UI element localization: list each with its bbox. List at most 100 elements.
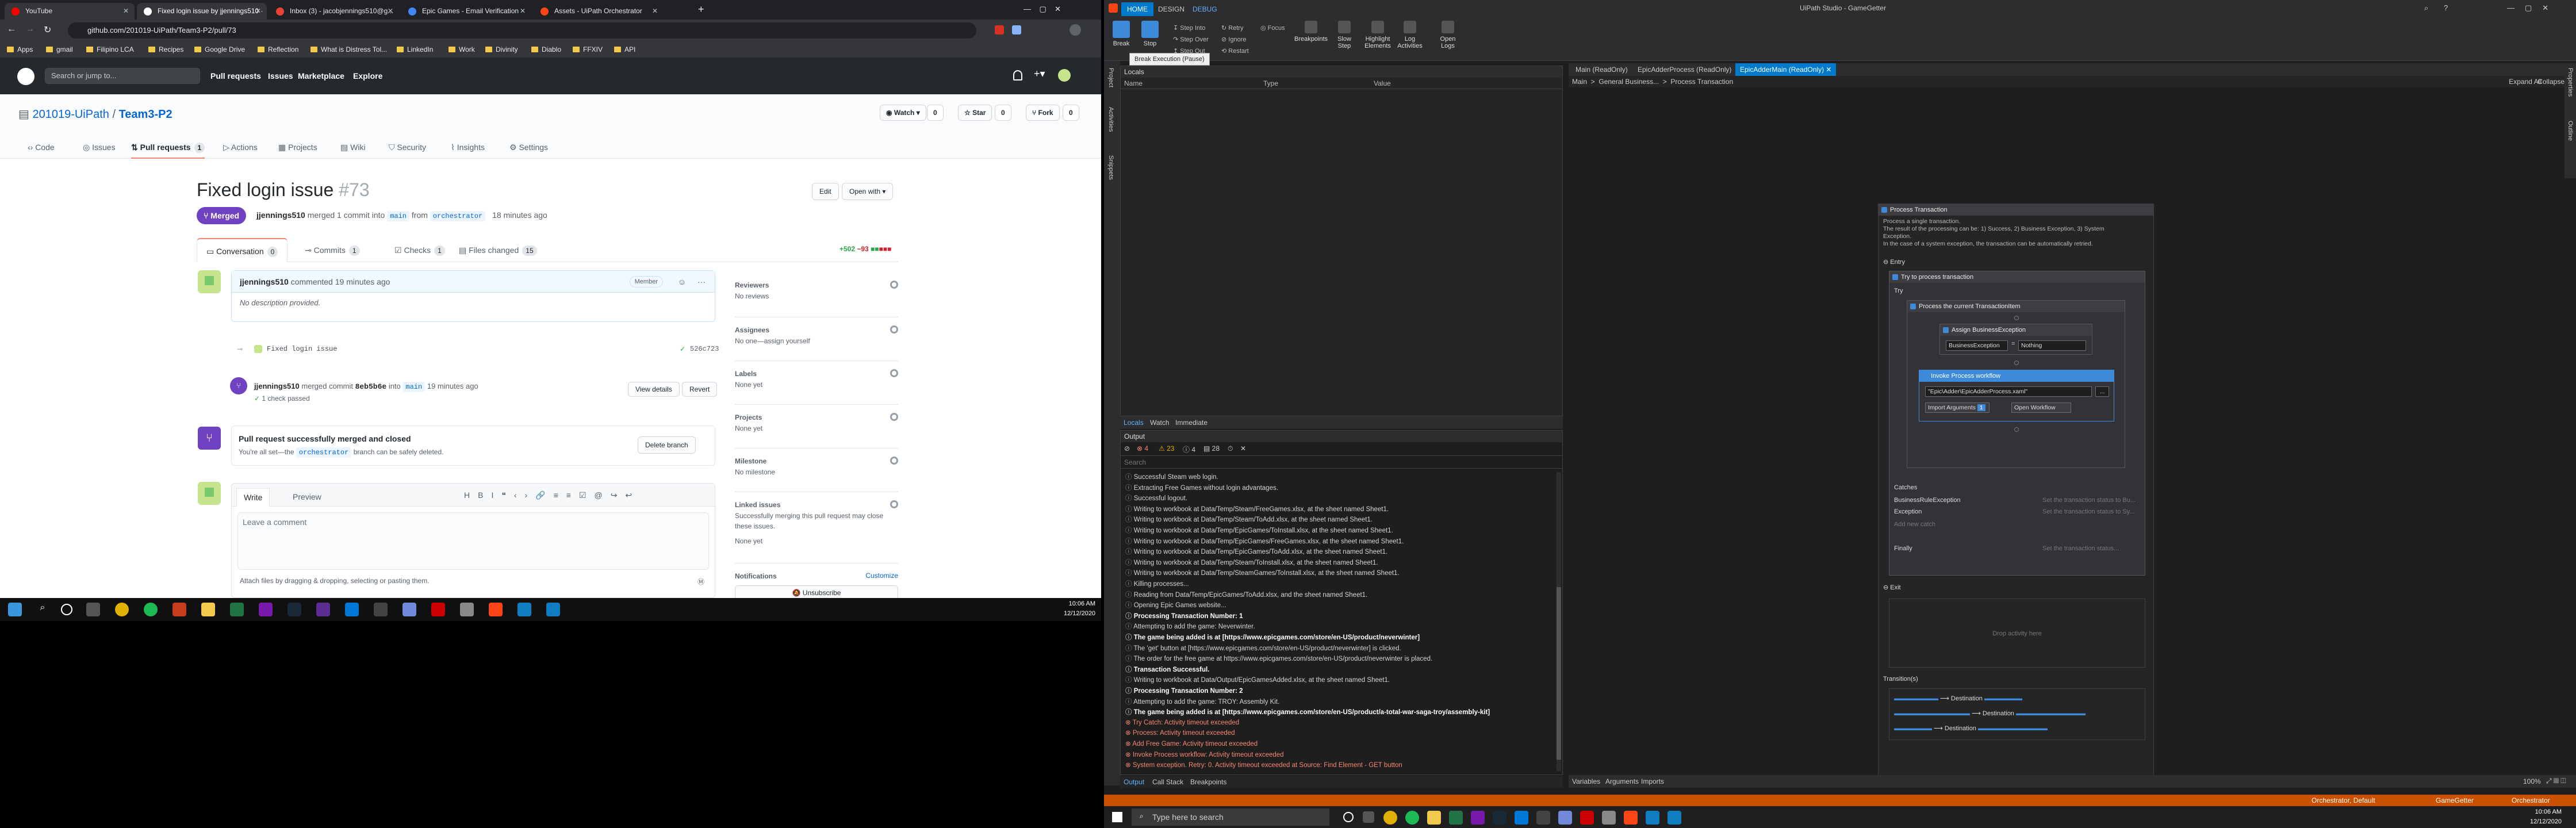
tab-locals[interactable]: Locals [1124, 419, 1144, 427]
bookmark[interactable]: Reflection [258, 41, 298, 57]
address-bar[interactable]: github.com/201019-UiPath/Team3-P2/pull/7… [68, 22, 976, 39]
spotify-icon[interactable] [144, 603, 158, 616]
attach-hint[interactable]: Attach files by dragging & dropping, sel… [240, 577, 430, 585]
tab-imports[interactable]: Imports [1641, 777, 1664, 785]
error-filter[interactable]: ⊗ 4 [1137, 444, 1148, 453]
output-line[interactable]: Writing to workbook at Data/Temp/Steam/F… [1125, 504, 1389, 513]
step-over-button[interactable]: ↷ Step Over [1173, 36, 1209, 43]
commit-message[interactable]: Fixed login issue [267, 345, 337, 353]
doc-tab-main[interactable]: Main (ReadOnly) [1571, 63, 1632, 76]
nav-explore[interactable]: Explore [353, 57, 382, 94]
output-line[interactable]: Try Catch: Activity timeout exceeded [1125, 718, 1240, 726]
vscode-icon[interactable] [1515, 811, 1528, 825]
onenote-icon[interactable] [1471, 811, 1485, 825]
sidebar-assignees[interactable]: Assignees No one—assign yourself [735, 324, 898, 361]
zoom-level[interactable]: 100% [2523, 777, 2541, 785]
extension-icon[interactable] [1012, 25, 1021, 34]
retry-button[interactable]: ↻ Retry [1221, 24, 1244, 32]
new-tab-button[interactable]: + [698, 3, 704, 16]
task-view-icon[interactable] [86, 603, 100, 616]
output-search[interactable]: Search [1121, 456, 1562, 469]
head-branch[interactable]: orchestrator [430, 211, 486, 221]
assign-to-field[interactable]: BusinessException [1946, 340, 2008, 351]
nav-marketplace[interactable]: Marketplace [298, 57, 344, 94]
tab-projects[interactable]: ▦ Projects [278, 136, 317, 159]
back-icon[interactable]: ← [7, 24, 16, 34]
comment-textarea[interactable]: Leave a comment [237, 512, 709, 570]
bookmark[interactable]: What is Distress Tol... [310, 41, 387, 57]
watch-count[interactable]: 0 [927, 105, 944, 121]
vscode-icon[interactable] [345, 603, 359, 616]
sidebar-milestone[interactable]: Milestone No milestone [735, 455, 898, 492]
output-line[interactable]: Attempting to add the game: Neverwinter. [1125, 622, 1255, 631]
sidebar-reviewers[interactable]: Reviewers No reviews [735, 279, 898, 317]
entry-section[interactable]: ⊖ Entry [1883, 258, 1905, 266]
uipath-studio-icon[interactable] [1646, 811, 1659, 825]
tab-security[interactable]: ⛉ Security [389, 136, 426, 159]
add-catch-link[interactable]: Add new catch [1894, 521, 1935, 528]
gear-icon[interactable] [890, 457, 898, 465]
breadcrumb-item[interactable]: General Business... [1598, 78, 1659, 86]
tab-code[interactable]: ‹› Code [28, 136, 55, 159]
bookmark[interactable]: FFXIV [573, 41, 603, 57]
preview-tab[interactable]: Preview [286, 488, 328, 505]
tab-checks[interactable]: ☑ Checks 1 [394, 238, 445, 262]
chrome-icon[interactable] [1383, 811, 1397, 825]
breadcrumb-item[interactable]: Process Transaction [1670, 78, 1733, 86]
file-explorer-icon[interactable] [1427, 811, 1441, 825]
fork-button[interactable]: ⑂ Fork [1026, 105, 1060, 121]
tab-insights[interactable]: ⌇ Insights [451, 136, 485, 159]
output-line[interactable]: System exception. Retry: 0. Activity tim… [1125, 761, 1402, 769]
output-line[interactable]: The 'get' button at [https://www.epicgam… [1125, 643, 1401, 653]
column-type[interactable]: Type [1263, 78, 1278, 89]
open-with-button[interactable]: Open with ▾ [842, 183, 894, 200]
revert-button[interactable]: Revert [682, 382, 718, 397]
commit-sha[interactable]: 8eb5b6e [355, 382, 387, 391]
tab-properties[interactable]: Properties [2567, 68, 2574, 97]
window-controls[interactable]: — ▢ ✕ [1023, 5, 1092, 15]
bookmark[interactable]: LinkedIn [397, 41, 433, 57]
output-line[interactable]: The order for the free game at https://w… [1125, 654, 1433, 663]
transition-row[interactable]: ▬▬▬▬▬▬ ⟶ Destination ▬▬▬▬▬▬▬▬▬▬▬ [1894, 724, 2048, 732]
fork-count[interactable]: 0 [1063, 105, 1079, 121]
column-name[interactable]: Name [1124, 78, 1143, 89]
log-activities-button[interactable]: Log Activities [1396, 21, 1424, 49]
bell-icon[interactable] [1013, 70, 1022, 80]
output-line[interactable]: The game being added is at [https://www.… [1125, 707, 1490, 716]
scrollbar[interactable] [1557, 472, 1561, 771]
star-count[interactable]: 0 [995, 105, 1011, 121]
close-icon[interactable]: ✕ [388, 3, 393, 20]
exit-section[interactable]: ⊖ Exit [1883, 584, 1901, 591]
customize-link[interactable]: Customize [865, 570, 898, 581]
output-line[interactable]: Attempting to add the game: TROY: Assemb… [1125, 697, 1279, 706]
output-line[interactable]: Process: Activity timeout exceeded [1125, 729, 1235, 737]
discord-icon[interactable] [402, 603, 416, 616]
search-input[interactable]: Search or jump to... [45, 68, 200, 84]
tab-pull-requests[interactable]: ⇅ Pull requests 1 [131, 136, 205, 159]
state-process-transaction[interactable]: Process Transaction Process a single tra… [1878, 204, 2154, 784]
focus-button[interactable]: ◎ Focus [1260, 24, 1285, 32]
column-value[interactable]: Value [1374, 78, 1391, 89]
trace-filter[interactable]: ▤ 28 [1203, 444, 1220, 453]
clock[interactable]: 10:06 AM 12/12/2020 [1064, 599, 1095, 619]
bookmark[interactable]: Divinity [485, 41, 518, 57]
gear-icon[interactable] [890, 281, 898, 289]
sidebar-labels[interactable]: Labels None yet [735, 368, 898, 405]
bookmark[interactable]: Filipino LCA [86, 41, 134, 57]
open-logs-button[interactable]: Open Logs [1434, 21, 1462, 49]
excel-icon[interactable] [230, 603, 244, 616]
tab-commits[interactable]: ⊸ Commits 1 [305, 238, 360, 262]
write-tab[interactable]: Write [236, 488, 270, 507]
timestamp-icon[interactable]: ⏱ [1228, 444, 1233, 453]
sequence-process-transaction-item[interactable]: Process the current TransactionItem Assi… [1907, 300, 2125, 468]
add-icon[interactable] [2014, 427, 2019, 432]
task-view-icon[interactable] [1363, 811, 1374, 823]
gear-icon[interactable] [890, 413, 898, 421]
uipath-studio-icon[interactable] [518, 603, 531, 616]
output-line[interactable]: Successful Steam web login. [1125, 472, 1218, 481]
expand-all-button[interactable]: Expand All [2509, 76, 2542, 87]
repo-name-link[interactable]: Team3-P2 [119, 108, 172, 121]
app-icon[interactable] [1536, 811, 1550, 825]
avatar[interactable] [198, 270, 221, 293]
uipath-robot-icon[interactable] [1667, 811, 1681, 825]
